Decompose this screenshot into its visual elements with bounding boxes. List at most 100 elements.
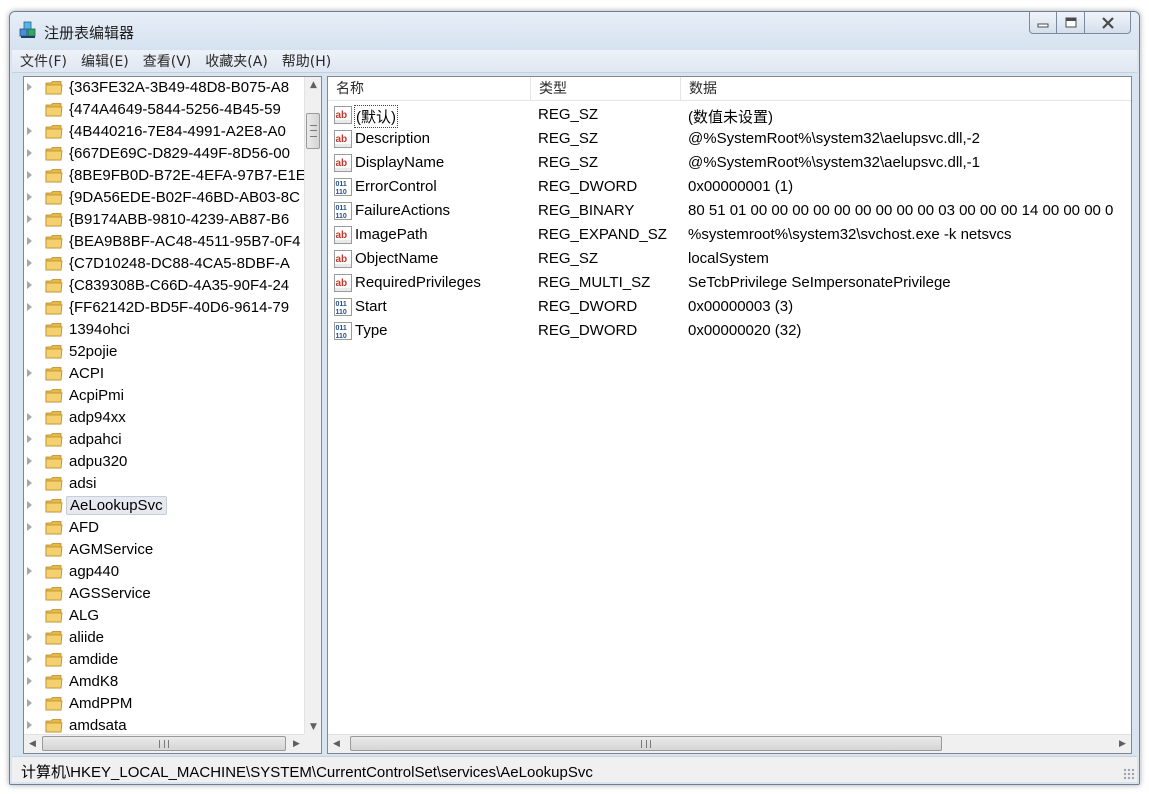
tree-item-label: adpahci — [69, 431, 122, 448]
menu-edit[interactable]: 编辑(E) — [81, 51, 129, 71]
tree-item[interactable]: ALG — [24, 605, 305, 627]
expand-arrow-icon[interactable] — [27, 215, 32, 223]
tree-item[interactable]: {FF62142D-BD5F-40D6-9614-79 — [24, 297, 305, 319]
tree-item[interactable]: adpahci — [24, 429, 305, 451]
value-row[interactable]: ab DisplayName REG_SZ @%SystemRoot%\system3… — [328, 151, 1131, 175]
menu-file[interactable]: 文件(F) — [20, 51, 67, 71]
scroll-right-icon[interactable]: ▶ — [288, 735, 305, 753]
tree-item[interactable]: AcpiPmi — [24, 385, 305, 407]
expand-arrow-icon[interactable] — [27, 171, 32, 179]
expand-arrow-icon[interactable] — [27, 149, 32, 157]
tree-item[interactable]: adpu320 — [24, 451, 305, 473]
value-row[interactable]: ab ImagePath REG_EXPAND_SZ %systemroot%\sys… — [328, 223, 1131, 247]
expand-arrow-icon[interactable] — [27, 259, 32, 267]
expand-arrow-icon[interactable] — [27, 699, 32, 707]
tree-item[interactable]: {BEA9B8BF-AC48-4511-95B7-0F4 — [24, 231, 305, 253]
tree-item[interactable]: {9DA56EDE-B02F-46BD-AB03-8C — [24, 187, 305, 209]
tree-item[interactable]: 1394ohci — [24, 319, 305, 341]
tree-item[interactable]: AGSService — [24, 583, 305, 605]
key-tree-pane[interactable]: {363FE32A-3B49-48D8-B075-A8 {474A4649-584… — [23, 76, 322, 754]
tree-item[interactable]: AeLookupSvc — [24, 495, 305, 517]
maximize-button[interactable] — [1057, 12, 1085, 34]
tree-item[interactable]: AmdPPM — [24, 693, 305, 715]
column-type[interactable]: 类型 — [531, 77, 681, 101]
tree-item[interactable]: {363FE32A-3B49-48D8-B075-A8 — [24, 77, 305, 99]
expand-arrow-icon[interactable] — [27, 523, 32, 531]
tree-hscroll-thumb[interactable] — [42, 736, 286, 751]
client-area: {363FE32A-3B49-48D8-B075-A8 {474A4649-584… — [12, 74, 1137, 754]
tree-item[interactable]: {4B440216-7E84-4991-A2E8-A0 — [24, 121, 305, 143]
expand-arrow-icon[interactable] — [27, 633, 32, 641]
value-row[interactable]: ab RequiredPrivileges REG_MULTI_SZ SeTcbPri… — [328, 271, 1131, 295]
tree-item[interactable]: AmdK8 — [24, 671, 305, 693]
expand-arrow-icon[interactable] — [27, 721, 32, 729]
folder-icon — [45, 411, 63, 425]
menu-favorites[interactable]: 收藏夹(A) — [205, 51, 268, 71]
value-row[interactable]: 011 110 ErrorControl REG_DWORD 0x00000001 (1… — [328, 175, 1131, 199]
tree-item[interactable]: agp440 — [24, 561, 305, 583]
tree-item[interactable]: aliide — [24, 627, 305, 649]
scroll-right-icon[interactable]: ▶ — [1114, 735, 1131, 753]
expand-arrow-icon[interactable] — [27, 655, 32, 663]
expand-arrow-icon[interactable] — [27, 413, 32, 421]
tree-item[interactable]: ACPI — [24, 363, 305, 385]
resize-grip-icon[interactable] — [1123, 768, 1135, 780]
folder-icon — [45, 653, 63, 667]
expand-arrow-icon[interactable] — [27, 303, 32, 311]
tree-item[interactable]: adsi — [24, 473, 305, 495]
expand-arrow-icon[interactable] — [27, 677, 32, 685]
expand-arrow-icon[interactable] — [27, 501, 32, 509]
list-hscroll-thumb[interactable] — [350, 736, 942, 751]
value-type: REG_DWORD — [538, 178, 638, 195]
value-row[interactable]: ab Description REG_SZ @%SystemRoot%\system3… — [328, 127, 1131, 151]
tree-item[interactable]: 52pojie — [24, 341, 305, 363]
tree-item[interactable]: amdide — [24, 649, 305, 671]
tree-item[interactable]: {8BE9FB0D-B72E-4EFA-97B7-E1E — [24, 165, 305, 187]
binary-value-icon: 011110 — [334, 322, 352, 340]
menu-help[interactable]: 帮助(H) — [282, 51, 331, 71]
expand-arrow-icon[interactable] — [27, 127, 32, 135]
close-icon — [1101, 16, 1114, 29]
expand-arrow-icon[interactable] — [27, 281, 32, 289]
value-row[interactable]: ab (默认) REG_SZ (数值未设置) — [328, 103, 1131, 128]
title-bar[interactable]: 注册表编辑器 — [10, 12, 1139, 50]
minimize-button[interactable] — [1029, 12, 1057, 34]
list-horizontal-scrollbar[interactable]: ◀ ▶ — [328, 734, 1131, 753]
tree-item[interactable]: {B9174ABB-9810-4239-AB87-B6 — [24, 209, 305, 231]
expand-arrow-icon[interactable] — [27, 369, 32, 377]
expand-arrow-icon[interactable] — [27, 193, 32, 201]
tree-scroll-thumb[interactable] — [306, 113, 320, 149]
value-list-pane[interactable]: 名称 类型 数据 ab (默认) REG_SZ (数值未设置) ab Descriptio… — [327, 76, 1132, 754]
close-button[interactable] — [1085, 12, 1131, 34]
column-data[interactable]: 数据 — [681, 77, 1131, 101]
expand-arrow-icon[interactable] — [27, 567, 32, 575]
tree-item[interactable]: amdsata — [24, 715, 305, 736]
menu-view[interactable]: 查看(V) — [143, 51, 192, 71]
tree-item[interactable]: adp94xx — [24, 407, 305, 429]
expand-arrow-icon[interactable] — [27, 237, 32, 245]
expand-arrow-icon[interactable] — [27, 479, 32, 487]
maximize-icon — [1065, 17, 1076, 28]
value-row[interactable]: 011 110 Type REG_DWORD 0x00000020 (32) — [328, 319, 1131, 343]
tree-item[interactable]: {C839308B-C66D-4A35-90F4-24 — [24, 275, 305, 297]
value-data: (数值未设置) — [688, 109, 773, 126]
expand-arrow-icon[interactable] — [27, 435, 32, 443]
value-row[interactable]: 011 110 Start REG_DWORD 0x00000003 (3) — [328, 295, 1131, 319]
tree-item[interactable]: {474A4649-5844-5256-4B45-59 — [24, 99, 305, 121]
tree-item[interactable]: AGMService — [24, 539, 305, 561]
value-row[interactable]: ab ObjectName REG_SZ localSystem — [328, 247, 1131, 271]
scroll-left-icon[interactable]: ◀ — [24, 735, 41, 753]
scroll-left-icon[interactable]: ◀ — [328, 735, 345, 753]
value-type: REG_SZ — [538, 154, 599, 171]
value-data: %systemroot%\system32\svchost.exe -k net… — [688, 226, 1012, 243]
column-name[interactable]: 名称 — [328, 77, 531, 101]
tree-item[interactable]: {C7D10248-DC88-4CA5-8DBF-A — [24, 253, 305, 275]
scroll-up-icon[interactable]: ▲ — [305, 77, 321, 94]
expand-arrow-icon[interactable] — [27, 457, 32, 465]
expand-arrow-icon[interactable] — [27, 83, 32, 91]
tree-vertical-scrollbar[interactable]: ▲ ▼ — [304, 77, 321, 736]
tree-horizontal-scrollbar[interactable]: ◀ ▶ — [24, 734, 305, 753]
tree-item[interactable]: {667DE69C-D829-449F-8D56-00 — [24, 143, 305, 165]
value-row[interactable]: 011 110 FailureActions REG_BINARY 80 51 01 0… — [328, 199, 1131, 223]
tree-item[interactable]: AFD — [24, 517, 305, 539]
